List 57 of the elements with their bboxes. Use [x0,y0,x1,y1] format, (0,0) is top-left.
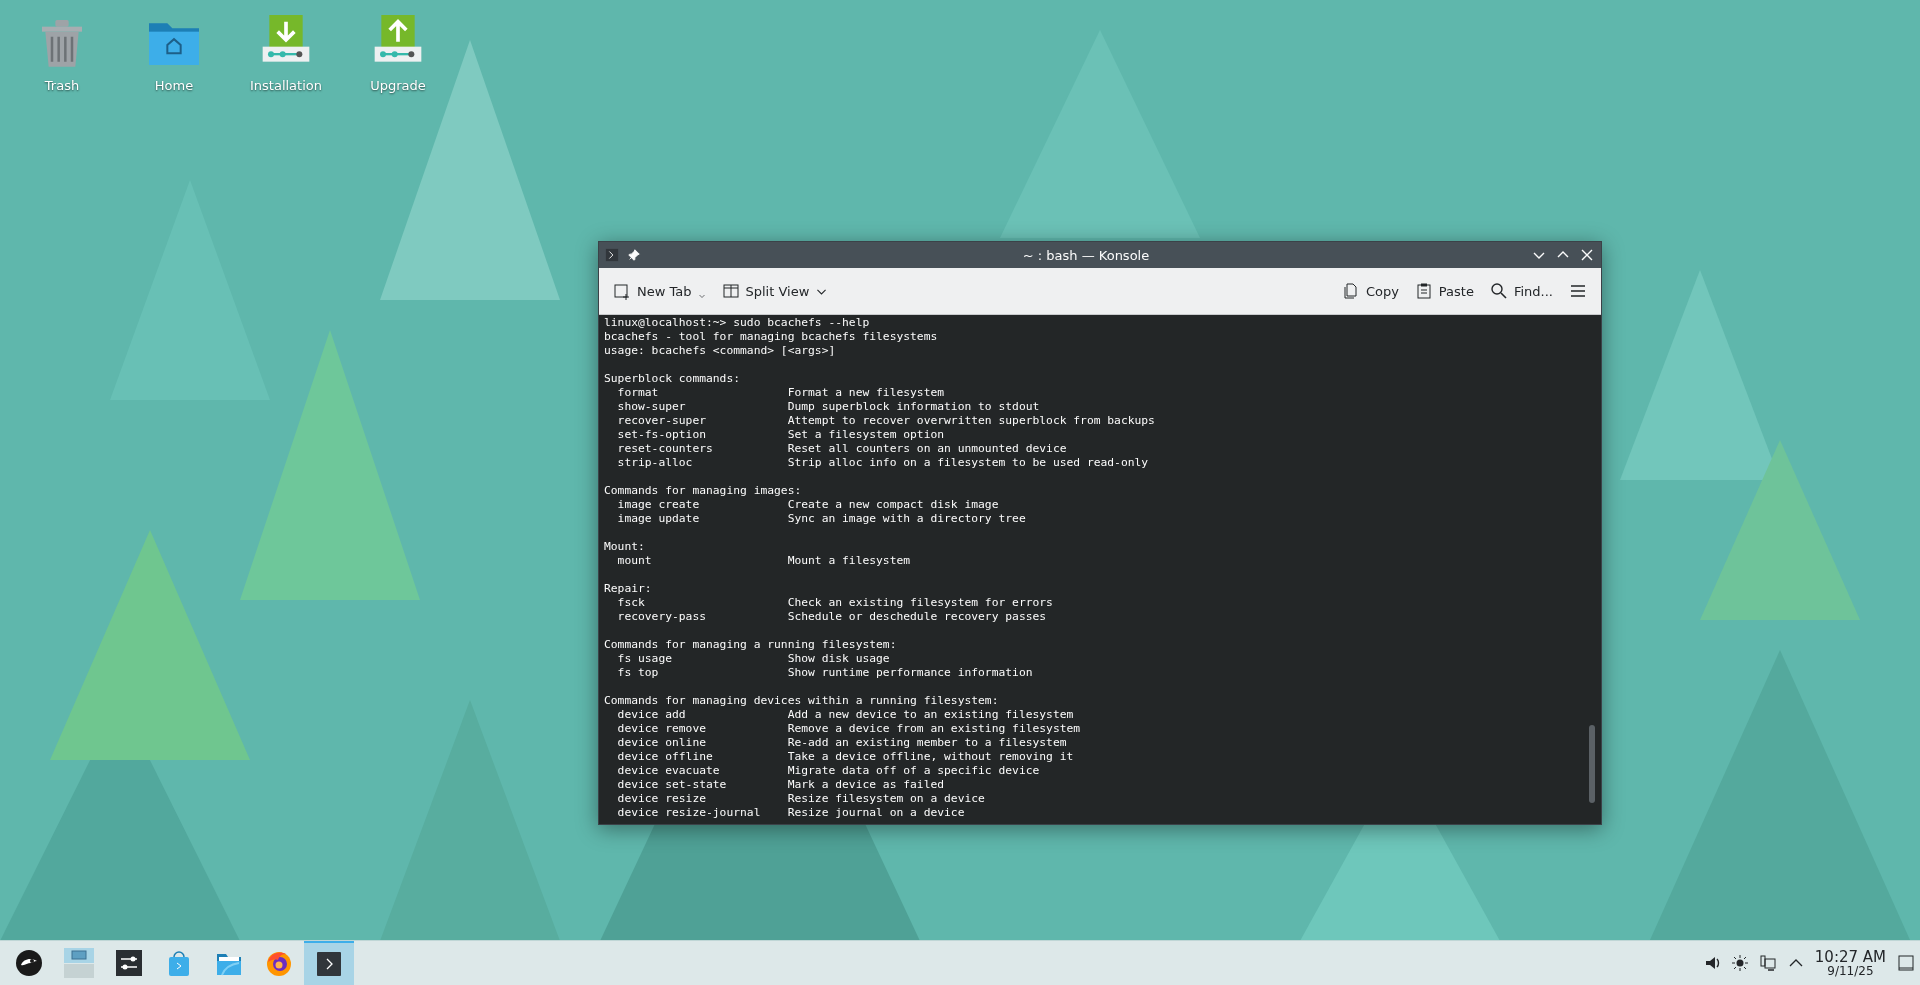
terminal-line: reset-counters Reset all counters on an unmounted device [616,442,1068,456]
find-button[interactable]: Find... [1483,277,1559,305]
terminal-line: mount Mount a filesystem [616,554,912,568]
terminal-line: device add Add a new device to an existing filesystem [616,708,1075,722]
terminal-line: Commands for managing devices within a running filesystem: [604,694,1000,708]
new-tab-button[interactable]: New Tab [607,277,712,305]
terminal-line: image update Sync an image with a directory tree [616,512,1027,526]
show-desktop-icon[interactable] [1896,953,1916,973]
terminal-line: device offline Take a device offline, without removing it [616,750,1075,764]
terminal-line: device resize Resize filesystem on a device [616,792,986,806]
terminal-line: bcachefs - tool for managing bcachefs filesystems [604,330,939,344]
window-title: ~ : bash — Konsole [1021,247,1151,263]
copy-icon [1341,282,1360,300]
close-icon[interactable] [1579,247,1595,263]
terminal-line: Commands for managing a running filesystem: [604,638,898,652]
scrollbar-thumb[interactable] [1589,725,1595,803]
virtual-desktops-icon [64,948,94,978]
terminal-line: format Format a new filesystem [616,386,946,400]
terminal-line: Repair: [604,582,653,596]
terminal-line: strip-alloc Strip alloc info on a filesystem to be used read-only [616,456,1150,470]
terminal-line: fs top Show runtime performance information [616,666,1034,680]
terminal-line: usage: bcachefs <command> [<args>] [604,344,837,358]
paste-button[interactable]: Paste [1408,277,1480,305]
tab-plus-icon [613,282,631,300]
menu-icon [1569,282,1587,300]
clock-date[interactable]: 9/11/25 [1827,964,1874,978]
terminal-line: device set-state Mark a device as failed [616,778,946,792]
terminal-line: Commands for managing images: [604,484,803,498]
terminal-line: device evacuate Migrate data off of a specific device [616,764,1041,778]
sliders-icon [114,948,144,978]
terminal-line: device remove Remove a device from an existing filesystem [616,722,1082,736]
columns-icon [721,282,740,300]
terminal-icon [605,248,619,262]
clipboard-icon [1414,282,1433,300]
terminal-line: Mount: [604,540,646,554]
terminal-line: recovery-pass Schedule or deschedule recovery passes [616,610,1048,624]
clock-time[interactable]: 10:27 AM [1814,948,1886,965]
terminal-line: device online Re-add an existing member to a filesystem [616,736,1068,750]
terminal-line: Superblock commands: [604,372,742,386]
terminal-line: fsck Check an existing filesystem for errors [616,596,1054,610]
chevron-down-icon [697,292,706,300]
copy-button[interactable]: Copy [1335,277,1405,305]
terminal-icon [314,949,344,979]
terminal-line: fs usage Show disk usage [616,652,891,666]
pin-icon[interactable] [627,248,641,262]
taskbar-button[interactable] [304,941,354,985]
terminal-line: linux@localhost:~> sudo bcachefs --help [604,316,871,330]
terminal-line: set-fs-option Set a filesystem option [616,428,946,442]
split-view-button[interactable]: Split View [715,277,835,305]
terminal-line: device resize-journal Resize journal on a device [616,806,966,820]
terminal-line: show-super Dump superblock information to stdout [616,400,1041,414]
terminal-line: image create Create a new compact disk image [616,498,1000,512]
wired-network-icon[interactable] [1758,954,1777,972]
sun-icon[interactable] [1730,954,1749,972]
search-icon [1489,282,1508,300]
terminal-line: recover-super Attempt to recover overwritten superblock from backups [616,414,1156,428]
gecko-logo-icon [14,948,44,978]
